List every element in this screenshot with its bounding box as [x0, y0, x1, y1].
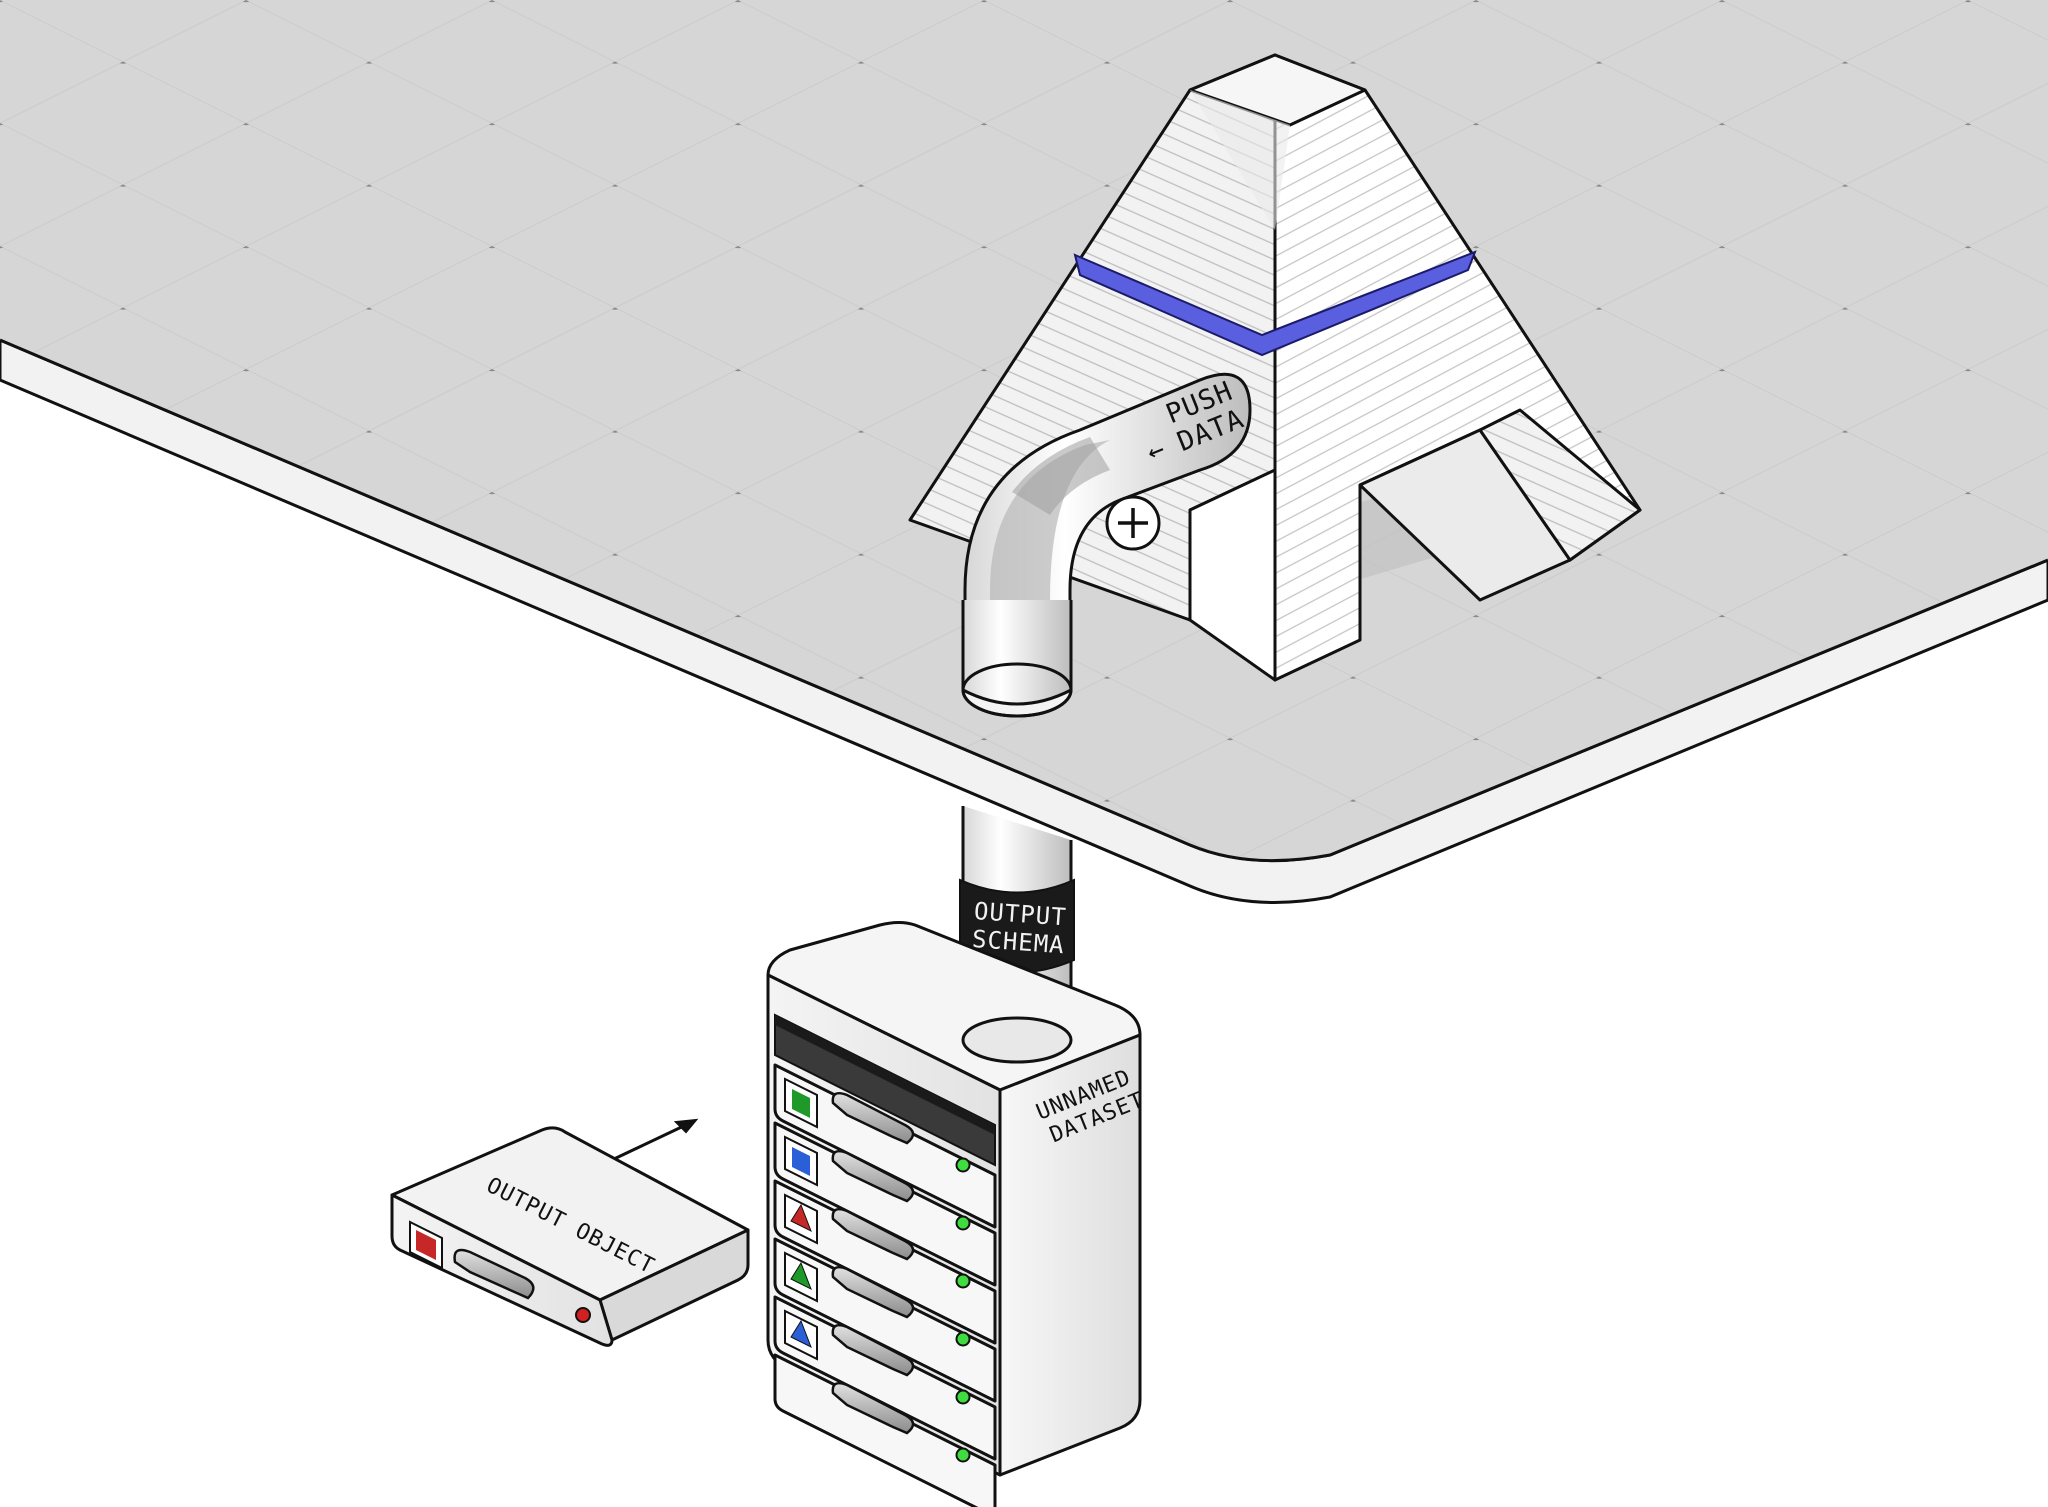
output-object: OUTPUT OBJECT — [390, 1118, 750, 1347]
output-object-led-icon — [575, 1307, 591, 1323]
drive-led-icon — [955, 1157, 971, 1173]
drive-led-icon — [955, 1331, 971, 1347]
drive-led-icon — [955, 1273, 971, 1289]
diagram-canvas: ← PUSH DATA OUTPUT SCHEMA UNNAMED DATASE… — [0, 0, 2048, 1507]
drive-led-icon — [955, 1389, 971, 1405]
drive-led-icon — [955, 1447, 971, 1463]
drive-led-icon — [955, 1215, 971, 1231]
dataset-rack: UNNAMED DATASET — [766, 921, 1148, 1507]
plus-connector-icon — [1105, 495, 1161, 551]
